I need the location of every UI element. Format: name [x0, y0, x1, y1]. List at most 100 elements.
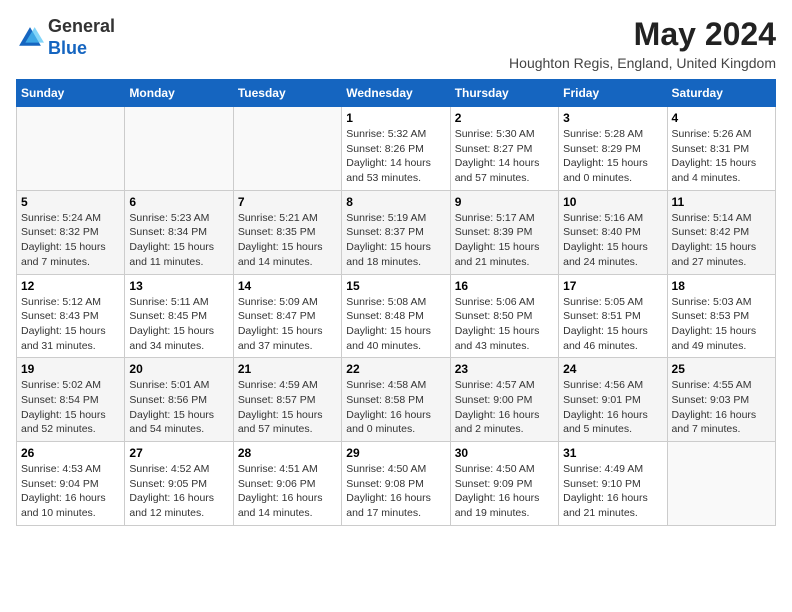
day-number: 25 [672, 362, 771, 376]
sunrise-text: Sunrise: 5:03 AM [672, 296, 752, 308]
day-info: Sunrise: 5:23 AM Sunset: 8:34 PM Daylight:… [129, 211, 228, 270]
day-number: 28 [238, 446, 337, 460]
daylight-text: Daylight: 15 hours and 34 minutes. [129, 325, 214, 352]
day-number: 21 [238, 362, 337, 376]
sunset-text: Sunset: 8:34 PM [129, 226, 207, 238]
day-info: Sunrise: 5:01 AMSunset: 8:56 PMDaylight:… [129, 378, 228, 437]
daylight-text: Daylight: 15 hours and 24 minutes. [563, 241, 648, 268]
month-year: May 2024 [509, 16, 776, 53]
day-info: Sunrise: 5:32 AMSunset: 8:26 PMDaylight:… [346, 127, 445, 186]
day-number: 24 [563, 362, 662, 376]
day-info: Sunrise: 4:55 AMSunset: 9:03 PMDaylight:… [672, 378, 771, 437]
daylight-text: Daylight: 14 hours and 53 minutes. [346, 157, 431, 184]
day-number: 13 [129, 279, 228, 293]
sunset-text: Sunset: 9:04 PM [21, 478, 99, 490]
sunset-text: Sunset: 8:45 PM [129, 310, 207, 322]
daylight-text: Daylight: 15 hours and 11 minutes. [129, 241, 214, 268]
day-info: Sunrise: 4:57 AMSunset: 9:00 PMDaylight:… [455, 378, 554, 437]
sunset-text: Sunset: 8:35 PM [238, 226, 316, 238]
day-info: Sunrise: 5:12 AMSunset: 8:43 PMDaylight:… [21, 295, 120, 354]
daylight-text: Daylight: 15 hours and 18 minutes. [346, 241, 431, 268]
calendar-cell: 9 Sunrise: 5:17 AMSunset: 8:39 PMDaylight… [450, 190, 558, 274]
calendar-cell: 21Sunrise: 4:59 AMSunset: 8:57 PMDayligh… [233, 358, 341, 442]
sunrise-text: Sunrise: 4:51 AM [238, 463, 318, 475]
day-info: Sunrise: 5:08 AMSunset: 8:48 PMDaylight:… [346, 295, 445, 354]
sunrise-text: Sunrise: 5:26 AM [672, 128, 752, 140]
calendar-cell [667, 442, 775, 526]
daylight-text: Daylight: 16 hours and 10 minutes. [21, 492, 106, 519]
weekday-header: Thursday [450, 80, 558, 107]
sunrise-text: Sunrise: 4:55 AM [672, 379, 752, 391]
daylight-text: Daylight: 15 hours and 4 minutes. [672, 157, 757, 184]
daylight-text: Daylight: 15 hours and 31 minutes. [21, 325, 106, 352]
day-info: Sunrise: 4:56 AMSunset: 9:01 PMDaylight:… [563, 378, 662, 437]
day-info: Sunrise: 4:51 AMSunset: 9:06 PMDaylight:… [238, 462, 337, 521]
weekday-header-row: SundayMondayTuesdayWednesdayThursdayFrid… [17, 80, 776, 107]
day-number: 9 [455, 195, 554, 209]
day-number: 5 [21, 195, 120, 209]
daylight-text: Daylight: 16 hours and 17 minutes. [346, 492, 431, 519]
sunrise-text: Sunrise: 5:12 AM [21, 296, 101, 308]
daylight-text: Daylight: 16 hours and 0 minutes. [346, 409, 431, 436]
sunset-text: Sunset: 8:50 PM [455, 310, 533, 322]
calendar-cell: 3Sunrise: 5:28 AMSunset: 8:29 PMDaylight… [559, 107, 667, 191]
day-info: Sunrise: 5:02 AMSunset: 8:54 PMDaylight:… [21, 378, 120, 437]
day-number: 10 [563, 195, 662, 209]
day-number: 15 [346, 279, 445, 293]
day-info: Sunrise: 5:09 AMSunset: 8:47 PMDaylight:… [238, 295, 337, 354]
logo-text: General Blue [48, 16, 115, 59]
title-block: May 2024 Houghton Regis, England, United… [509, 16, 776, 71]
weekday-header: Tuesday [233, 80, 341, 107]
calendar-cell: 5 Sunrise: 5:24 AMSunset: 8:32 PMDaylight… [17, 190, 125, 274]
day-number: 6 [129, 195, 228, 209]
sunrise-text: Sunrise: 4:53 AM [21, 463, 101, 475]
day-number: 19 [21, 362, 120, 376]
calendar-cell: 10 Sunrise: 5:16 AMSunset: 8:40 PMDayligh… [559, 190, 667, 274]
calendar-cell: 24 Sunrise: 4:56 AMSunset: 9:01 PMDayligh… [559, 358, 667, 442]
sunrise-text: Sunrise: 4:50 AM [346, 463, 426, 475]
sunrise-text: Sunrise: 5:24 AM [21, 212, 101, 224]
day-info: Sunrise: 5:19 AMSunset: 8:37 PMDaylight:… [346, 211, 445, 270]
day-number: 30 [455, 446, 554, 460]
day-info: Sunrise: 5:24 AMSunset: 8:32 PMDaylight:… [21, 211, 120, 270]
daylight-text: Daylight: 16 hours and 19 minutes. [455, 492, 540, 519]
daylight-text: Daylight: 15 hours and 21 minutes. [455, 241, 540, 268]
day-number: 31 [563, 446, 662, 460]
daylight-text: Daylight: 15 hours and 27 minutes. [672, 241, 757, 268]
sunset-text: Sunset: 9:10 PM [563, 478, 641, 490]
calendar-week-row: 5 Sunrise: 5:24 AMSunset: 8:32 PMDaylight… [17, 190, 776, 274]
daylight-text: Daylight: 15 hours and 54 minutes. [129, 409, 214, 436]
day-info: Sunrise: 4:50 AMSunset: 9:09 PMDaylight:… [455, 462, 554, 521]
calendar-cell: 17Sunrise: 5:05 AMSunset: 8:51 PMDayligh… [559, 274, 667, 358]
day-info: Sunrise: 5:11 AMSunset: 8:45 PMDaylight:… [129, 295, 228, 354]
sunset-text: Sunset: 8:29 PM [563, 143, 641, 155]
day-info: Sunrise: 5:06 AMSunset: 8:50 PMDaylight:… [455, 295, 554, 354]
day-number: 18 [672, 279, 771, 293]
sunset-text: Sunset: 8:40 PM [563, 226, 641, 238]
logo: General Blue [16, 16, 115, 59]
day-number: 14 [238, 279, 337, 293]
sunset-text: Sunset: 9:06 PM [238, 478, 316, 490]
sunrise-text: Sunrise: 5:23 AM [129, 212, 209, 224]
calendar-cell: 15 Sunrise: 5:08 AMSunset: 8:48 PMDayligh… [342, 274, 450, 358]
sunrise-text: Sunrise: 5:32 AM [346, 128, 426, 140]
day-info: Sunrise: 5:16 AMSunset: 8:40 PMDaylight:… [563, 211, 662, 270]
calendar-cell: 29Sunrise: 4:50 AMSunset: 9:08 PMDayligh… [342, 442, 450, 526]
logo-blue: Blue [48, 38, 87, 58]
sunrise-text: Sunrise: 4:59 AM [238, 379, 318, 391]
calendar-cell: 7Sunrise: 5:21 AMSunset: 8:35 PMDaylight… [233, 190, 341, 274]
day-info: Sunrise: 5:17 AMSunset: 8:39 PMDaylight:… [455, 211, 554, 270]
calendar-cell: 27Sunrise: 4:52 AMSunset: 9:05 PMDayligh… [125, 442, 233, 526]
sunset-text: Sunset: 9:03 PM [672, 394, 750, 406]
page-header: General Blue May 2024 Houghton Regis, En… [16, 16, 776, 71]
sunset-text: Sunset: 9:08 PM [346, 478, 424, 490]
daylight-text: Daylight: 15 hours and 52 minutes. [21, 409, 106, 436]
sunset-text: Sunset: 9:09 PM [455, 478, 533, 490]
day-info: Sunrise: 5:14 AMSunset: 8:42 PMDaylight:… [672, 211, 771, 270]
sunset-text: Sunset: 8:39 PM [455, 226, 533, 238]
location: Houghton Regis, England, United Kingdom [509, 55, 776, 71]
calendar-cell: 16Sunrise: 5:06 AMSunset: 8:50 PMDayligh… [450, 274, 558, 358]
daylight-text: Daylight: 15 hours and 40 minutes. [346, 325, 431, 352]
day-info: Sunrise: 5:26 AMSunset: 8:31 PMDaylight:… [672, 127, 771, 186]
weekday-header: Saturday [667, 80, 775, 107]
